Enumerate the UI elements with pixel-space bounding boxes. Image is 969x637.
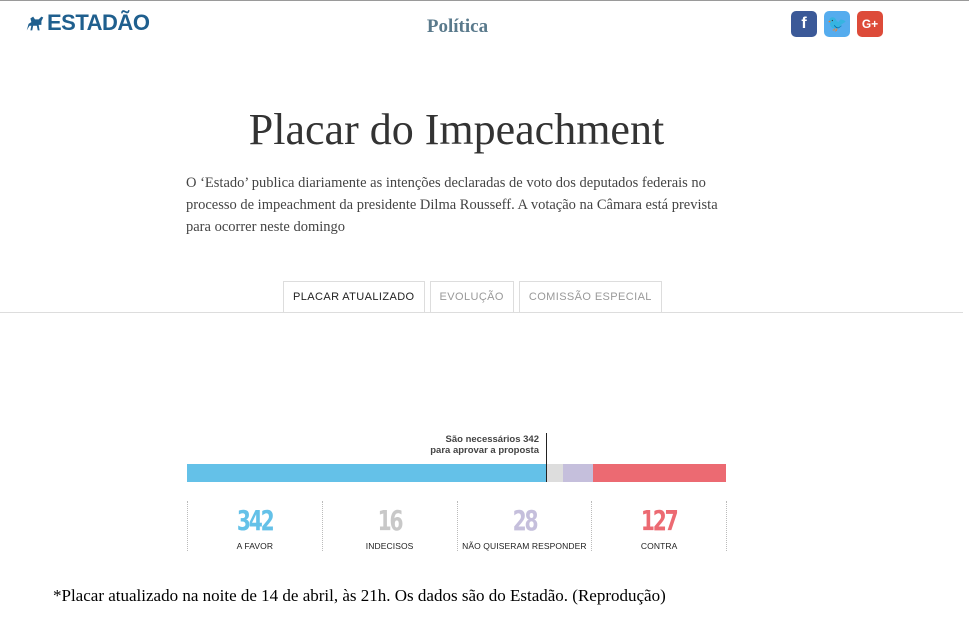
bar-segment-2 <box>563 464 593 482</box>
threshold-note-line1: São necessários 342 <box>445 434 539 445</box>
page-title: Placar do Impeachment <box>248 105 665 154</box>
vote-stats: 342 A FAVOR 16 INDECISOS 28 NÃO QUISERAM RESP… <box>187 501 727 551</box>
bar-segment-1 <box>546 464 564 482</box>
tab-bar: PLACAR ATUALIZADO EVOLUÇÃO COMISSÃO ESPECI… <box>283 281 667 313</box>
stat-value: 127 <box>641 504 679 537</box>
threshold-note: São necessários 342 para aprovar a propo… <box>425 434 539 456</box>
threshold-note-line2: para aprovar a proposta <box>430 445 539 456</box>
caption: *Placar atualizado na noite de 14 de abr… <box>53 586 666 605</box>
stat-3: 127 CONTRA <box>591 501 727 551</box>
lead-paragraph: O ‘Estado’ publica diariamente as intenç… <box>186 175 718 235</box>
stat-label: A FAVOR <box>236 541 274 551</box>
stat-value: 16 <box>377 504 404 537</box>
vote-stacked-bar <box>187 464 726 482</box>
bar-segment-3 <box>592 464 726 482</box>
stat-label: CONTRA <box>640 541 678 551</box>
stat-2: 28 NÃO QUISERAM RESPONDER <box>456 501 592 551</box>
bar-segment-0 <box>187 464 547 482</box>
google-plus-icon[interactable]: G+ <box>857 11 883 37</box>
top-border <box>0 0 969 1</box>
section-title[interactable]: Política <box>0 16 915 38</box>
tab-comissao-especial[interactable]: COMISSÃO ESPECIAL <box>518 281 662 312</box>
stat-label: INDECISOS <box>365 541 414 551</box>
facebook-icon[interactable]: f <box>791 11 817 37</box>
stat-label: NÃO QUISERAM RESPONDER <box>462 541 587 551</box>
twitter-icon[interactable]: 🐦 <box>824 11 850 37</box>
stat-0: 342 A FAVOR <box>187 501 322 551</box>
threshold-marker <box>546 433 548 482</box>
stat-value: 28 <box>512 504 539 537</box>
tab-evolucao[interactable]: EVOLUÇÃO <box>429 281 514 312</box>
tab-divider <box>0 312 963 313</box>
stat-value: 342 <box>237 504 275 537</box>
stat-1: 16 INDECISOS <box>321 501 457 551</box>
tab-placar-atualizado[interactable]: PLACAR ATUALIZADO <box>283 281 425 313</box>
social-share-buttons: f 🐦 G+ <box>791 11 890 37</box>
